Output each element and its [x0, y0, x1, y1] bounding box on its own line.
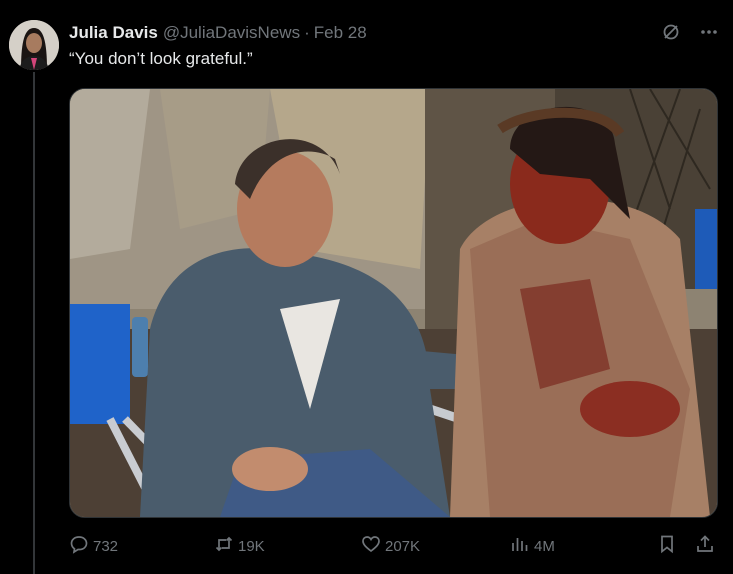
post-photo[interactable] [69, 88, 718, 518]
bookmark-icon [657, 534, 677, 558]
repost-count: 19K [238, 537, 265, 555]
share-icon [695, 534, 715, 558]
photo-image [70, 89, 717, 517]
more-icon[interactable] [699, 22, 719, 42]
avatar[interactable] [9, 20, 59, 70]
reply-icon [69, 534, 89, 558]
repost-icon [214, 534, 234, 558]
thread-line [33, 72, 35, 574]
separator-dot: · [304, 23, 310, 42]
reply-count: 732 [93, 537, 119, 555]
views-count: 4M [534, 537, 555, 555]
avatar-image [9, 20, 59, 70]
author-name[interactable]: Julia Davis [69, 23, 158, 43]
bookmark-button[interactable] [657, 533, 677, 559]
post-date[interactable]: Feb 28 [314, 23, 367, 43]
views-icon [510, 534, 530, 558]
post-text: “You don’t look grateful.” [69, 49, 253, 68]
like-button[interactable]: 207K [361, 533, 420, 559]
post-header: Julia Davis @JuliaDavisNews · Feb 28 [69, 22, 719, 44]
share-button[interactable] [695, 533, 715, 559]
grok-icon[interactable] [661, 22, 681, 42]
repost-button[interactable]: 19K [214, 533, 265, 559]
views-button[interactable]: 4M [510, 533, 555, 559]
header-actions [661, 22, 719, 42]
post-actions: 732 19K 207K 4M [69, 533, 719, 559]
heart-icon [361, 534, 381, 558]
author-handle[interactable]: @JuliaDavisNews [163, 23, 300, 43]
like-count: 207K [385, 537, 421, 555]
reply-button[interactable]: 732 [69, 533, 118, 559]
